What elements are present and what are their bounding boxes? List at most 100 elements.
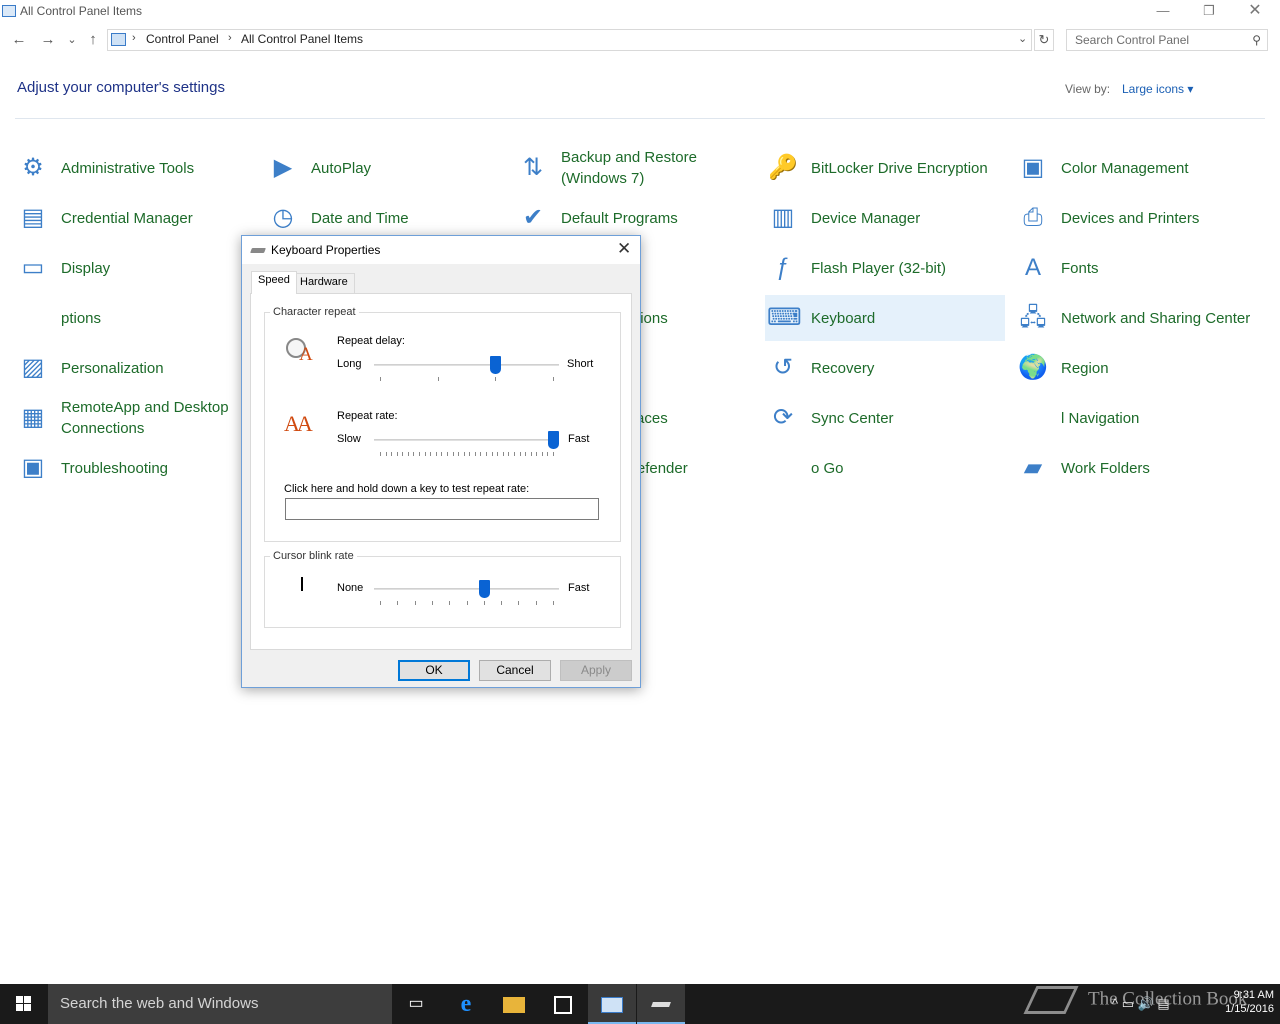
clock[interactable]: 9:31 AM 1/15/2016 (1208, 988, 1274, 1016)
item-work-folders[interactable]: ▰ Work Folders (1015, 445, 1255, 491)
repeat-rate-max-label: Fast (568, 433, 590, 445)
file-explorer-icon[interactable] (490, 984, 538, 1024)
item-sync-center[interactable]: ⟳ Sync Center (765, 395, 1005, 441)
slider-tick (491, 452, 493, 456)
item-autoplay[interactable]: ▶ AutoPlay (265, 145, 505, 191)
control-panel-taskbar-icon[interactable] (588, 984, 636, 1024)
keyboard-taskbar-icon[interactable] (637, 984, 685, 1024)
item-credential-manager[interactable]: ▤ Credential Manager (15, 195, 255, 241)
item-label: Devices and Printers (1061, 210, 1200, 227)
repeat-rate-slider[interactable] (374, 431, 559, 459)
taskbar: Search the web and Windows ▭ e The Colle… (0, 984, 1280, 1024)
repeat-rate-icon: AA (284, 411, 313, 436)
slider-tick (435, 452, 437, 456)
item-backup[interactable]: ⇅ Backup and Restore (Windows 7) (515, 145, 755, 191)
start-button[interactable] (0, 984, 48, 1024)
dialog-close-button[interactable]: ✕ (617, 239, 631, 259)
item-network-sharing[interactable]: 🖧 Network and Sharing Center (1015, 295, 1255, 341)
item-device-manager[interactable]: ▥ Device Manager (765, 195, 1005, 241)
apply-button[interactable]: Apply (560, 660, 632, 681)
item-recovery[interactable]: ↺ Recovery (765, 345, 1005, 391)
store-icon[interactable] (539, 984, 587, 1024)
search-input[interactable]: Search Control Panel ⚲ (1066, 29, 1268, 51)
repeat-delay-slider[interactable] (374, 356, 559, 384)
restore-button[interactable]: ❐ (1186, 0, 1232, 24)
address-bar[interactable]: › Control Panel › All Control Panel Item… (107, 29, 1032, 51)
breadcrumb-control-panel[interactable]: Control Panel (146, 32, 219, 46)
edge-browser-icon[interactable]: e (442, 984, 490, 1024)
slider-tick (480, 452, 482, 456)
item-flash-player[interactable]: ƒ Flash Player (32-bit) (765, 245, 1005, 291)
ok-button[interactable]: OK (398, 660, 470, 681)
slider-thumb[interactable] (548, 431, 559, 449)
item-region[interactable]: 🌍 Region (1015, 345, 1255, 391)
test-repeat-input[interactable] (285, 498, 599, 520)
item-personalization[interactable]: ▨ Personalization (15, 345, 255, 391)
item-label: Keyboard (811, 310, 876, 327)
tab-speed[interactable]: Speed (251, 271, 297, 294)
repeat-delay-icon: A (284, 336, 316, 366)
slider-tick (385, 452, 387, 456)
refresh-button[interactable]: ↻ (1034, 29, 1054, 51)
item-windows-to-go[interactable]: o Go (765, 445, 1005, 491)
item-bitlocker[interactable]: 🔑 BitLocker Drive Encryption (765, 145, 1005, 191)
search-placeholder: Search Control Panel (1075, 33, 1190, 47)
cursor-blink-slider[interactable] (374, 580, 559, 608)
devices-printers-icon: ⎙ (1023, 204, 1043, 231)
item-fonts[interactable]: A Fonts (1015, 245, 1255, 291)
item-troubleshooting[interactable]: ▣ Troubleshooting (15, 445, 255, 491)
sync-center-icon: ⟳ (772, 404, 794, 431)
backup-icon: ⇅ (522, 154, 544, 181)
slider-tick (536, 452, 538, 456)
back-button[interactable]: ← (9, 30, 29, 50)
item-taskbar-navigation[interactable]: l Navigation (1015, 395, 1255, 441)
breadcrumb-all-items[interactable]: All Control Panel Items (241, 32, 363, 46)
display-icon: ▭ (21, 254, 45, 281)
work-folders-icon: ▰ (1023, 454, 1043, 481)
slider-tick (430, 452, 432, 456)
recent-locations-button[interactable]: ⌄ (62, 30, 82, 50)
forward-button[interactable]: → (38, 30, 58, 50)
windows-to-go-icon (767, 452, 799, 484)
slider-thumb[interactable] (490, 356, 502, 374)
slider-tick (518, 601, 520, 605)
item-color-management[interactable]: ▣ Color Management (1015, 145, 1255, 191)
view-by-dropdown[interactable]: Large icons ▾ (1122, 82, 1193, 96)
dialog-title: Keyboard Properties (271, 243, 381, 257)
item-display[interactable]: ▭ Display (15, 245, 255, 291)
minimize-button[interactable]: — (1140, 0, 1186, 24)
keyboard-icon: ⌨ (767, 304, 802, 331)
tab-hardware[interactable]: Hardware (293, 273, 355, 293)
item-remoteapp[interactable]: ▦ RemoteApp and Desktop Connections (15, 395, 255, 441)
item-admin-tools[interactable]: ⚙ Administrative Tools (15, 145, 255, 191)
slider-tick (530, 452, 532, 456)
slider-ticks (374, 601, 559, 607)
bitlocker-icon: 🔑 (768, 154, 798, 181)
slider-tick (431, 601, 433, 605)
taskbar-search-box[interactable]: Search the web and Windows (48, 984, 392, 1024)
up-button[interactable]: ↑ (83, 30, 103, 50)
system-tray[interactable]: ^ ▭ 🔊 ▤ (1112, 996, 1170, 1012)
close-button[interactable]: ✕ (1232, 0, 1278, 24)
slider-tick (449, 601, 451, 605)
slider-track (374, 439, 559, 441)
task-view-icon[interactable]: ▭ (392, 984, 440, 1024)
repeat-delay-min-label: Long (337, 358, 362, 370)
item-keyboard[interactable]: ⌨ Keyboard (765, 295, 1005, 341)
slider-tick (396, 452, 398, 456)
slider-tick (502, 452, 504, 456)
item-devices-printers[interactable]: ⎙ Devices and Printers (1015, 195, 1255, 241)
slider-ticks (374, 452, 559, 458)
slider-tick (424, 452, 426, 456)
item-label: Display (61, 260, 111, 277)
item-indexing-options[interactable]: ptions (15, 295, 255, 341)
slider-thumb[interactable] (478, 580, 490, 598)
item-label: Sync Center (811, 410, 894, 427)
cursor-blink-label: Cursor blink rate (270, 550, 357, 562)
address-dropdown-icon[interactable]: ⌄ (1018, 32, 1027, 45)
slider-tick (419, 452, 421, 456)
keyboard-icon (250, 248, 266, 253)
remoteapp-icon: ▦ (21, 404, 45, 431)
cancel-button[interactable]: Cancel (479, 660, 551, 681)
slider-tick (452, 452, 454, 456)
